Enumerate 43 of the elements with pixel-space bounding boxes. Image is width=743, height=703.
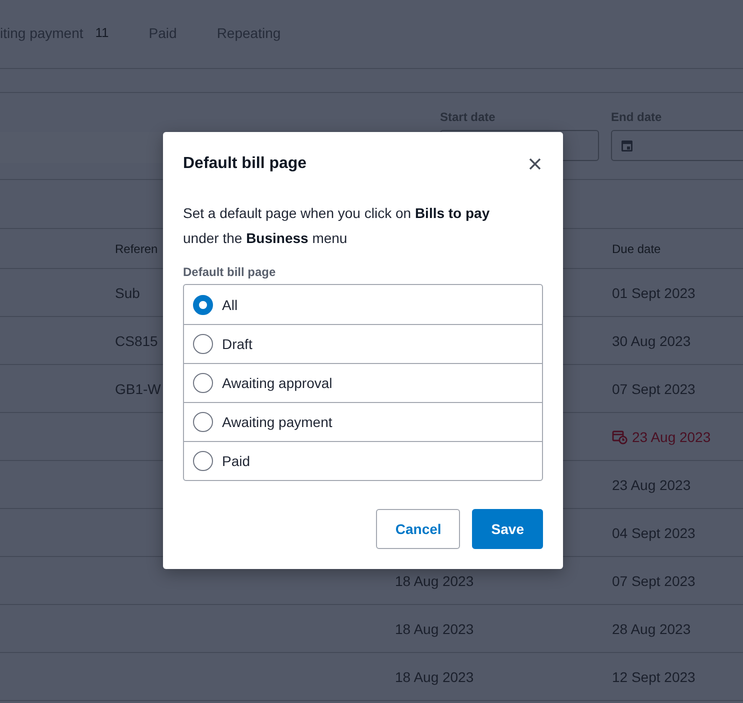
due-date-cell: 04 Sept 2023 xyxy=(612,524,696,540)
tab-count: 11 xyxy=(95,25,109,40)
table-cell: 18 Aug 2023 xyxy=(395,572,474,588)
radio-button[interactable] xyxy=(193,412,213,432)
due-date-cell: 23 Aug 2023 xyxy=(612,428,711,444)
save-button[interactable]: Save xyxy=(472,509,543,549)
dialog-title: Default bill page xyxy=(183,155,307,173)
due-date-cell: 12 Sept 2023 xyxy=(612,668,696,684)
radio-option[interactable]: Paid xyxy=(184,441,542,480)
table-cell: Sub xyxy=(115,284,140,300)
table-cell: GB1-W xyxy=(115,380,161,396)
column-header: Due date xyxy=(612,242,661,256)
due-date-cell: 28 Aug 2023 xyxy=(612,620,691,636)
table-cell: 18 Aug 2023 xyxy=(395,668,474,684)
table-cell: 18 Aug 2023 xyxy=(395,620,474,636)
dialog-description: Set a default page when you click on Bills to pay under the Business menu xyxy=(183,204,491,248)
radio-button[interactable] xyxy=(193,373,213,393)
due-date-cell: 23 Aug 2023 xyxy=(612,476,691,492)
due-date-cell: 01 Sept 2023 xyxy=(612,284,696,300)
radio-button[interactable] xyxy=(193,451,213,471)
due-date-cell: 30 Aug 2023 xyxy=(612,332,691,348)
field-label: Default bill page xyxy=(183,265,277,279)
calendar-icon xyxy=(621,139,633,152)
close-button[interactable] xyxy=(527,156,543,172)
table-cell: CS815 xyxy=(115,332,158,348)
calendar-clock-icon xyxy=(612,428,628,444)
option-label: Draft xyxy=(222,336,252,352)
radio-button[interactable] xyxy=(193,294,213,314)
radio-option[interactable]: Draft xyxy=(184,324,542,363)
due-date-cell: 07 Sept 2023 xyxy=(612,380,696,396)
end-date-field[interactable] xyxy=(611,130,743,161)
column-header: Referen xyxy=(115,242,158,256)
option-label: All xyxy=(222,296,238,312)
cancel-button[interactable]: Cancel xyxy=(376,509,460,549)
due-date-cell: 07 Sept 2023 xyxy=(612,572,696,588)
radio-button[interactable] xyxy=(193,334,213,354)
option-label: Paid xyxy=(222,453,250,469)
radio-option[interactable]: All xyxy=(184,285,542,324)
radio-option[interactable]: Awaiting payment xyxy=(184,402,542,441)
close-icon xyxy=(529,158,541,170)
option-label: Awaiting payment xyxy=(222,414,332,430)
option-label: Awaiting approval xyxy=(222,375,332,391)
radio-option[interactable]: Awaiting approval xyxy=(184,363,542,402)
